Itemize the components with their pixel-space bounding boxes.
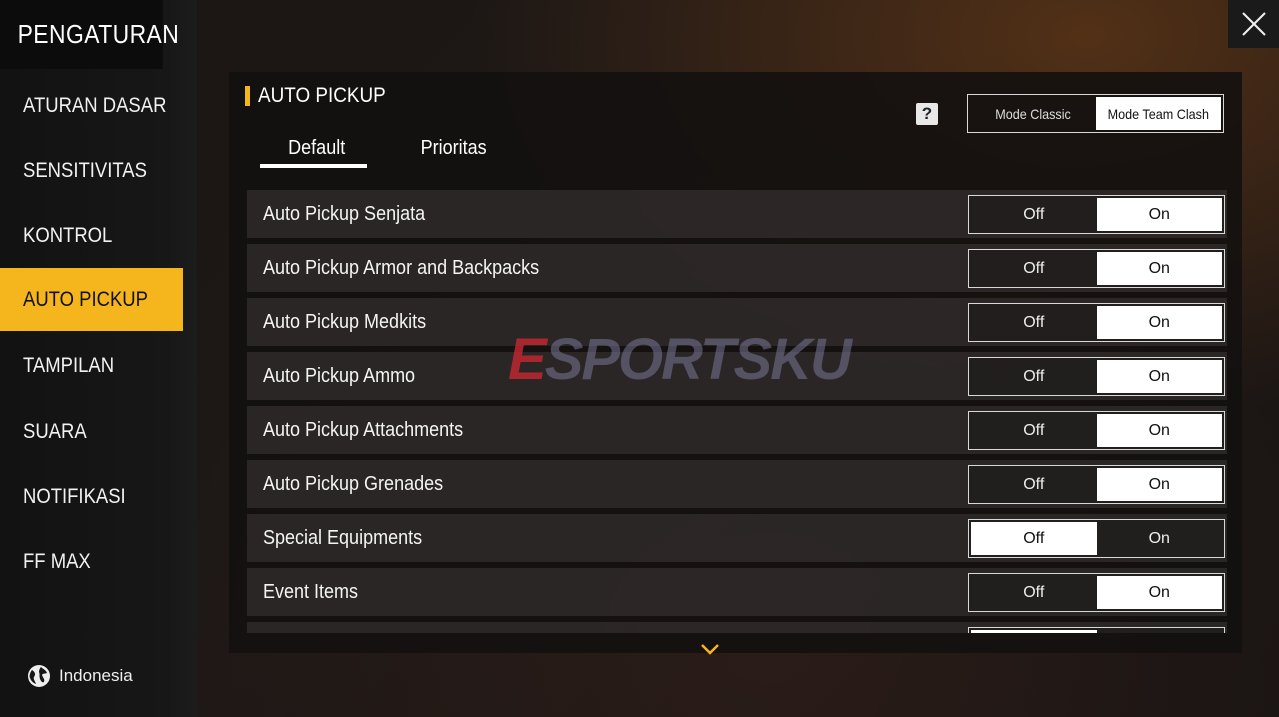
setting-row: Auto Pickup Armor and Backpacks Off On	[247, 244, 1227, 292]
setting-label: Auto Pickup Armor and Backpacks	[263, 256, 540, 279]
close-icon	[1241, 12, 1266, 36]
settings-title: PENGATURAN	[0, 0, 179, 69]
toggle-on-option[interactable]: On	[1096, 414, 1222, 447]
on-off-toggle: Off On	[968, 303, 1225, 342]
setting-row: Auto Pickup Attachments Off On	[247, 406, 1227, 454]
toggle-off-option[interactable]: Off	[971, 198, 1097, 231]
settings-sidebar: PENGATURAN ATURAN DASAR SENSITIVITAS KON…	[0, 0, 197, 717]
toggle-off-option[interactable]: Off	[971, 468, 1097, 501]
globe-icon	[28, 665, 50, 687]
active-tab-indicator	[260, 164, 367, 168]
toggle-on-option[interactable]: On	[1096, 306, 1222, 339]
setting-label: Auto Pickup Medkits	[263, 310, 427, 333]
setting-row	[247, 622, 1227, 633]
language-label: Indonesia	[59, 666, 133, 685]
setting-label: Auto Pickup Grenades	[263, 472, 444, 495]
settings-list[interactable]: Auto Pickup Senjata Off On Auto Pickup A…	[247, 190, 1227, 633]
close-button[interactable]	[1228, 0, 1279, 48]
mode-team-clash-option[interactable]: Mode Team Clash	[1095, 97, 1221, 130]
setting-label: Auto Pickup Attachments	[263, 418, 464, 441]
sidebar-item-notifikasi[interactable]: NOTIFIKASI	[0, 465, 183, 528]
sidebar-item-auto-pickup[interactable]: AUTO PICKUP	[0, 268, 183, 331]
on-off-toggle	[968, 627, 1225, 633]
mode-switch: Mode Classic Mode Team Clash	[967, 94, 1224, 133]
on-off-toggle: Off On	[968, 465, 1225, 504]
toggle-off-option[interactable]	[971, 630, 1097, 633]
toggle-on-option[interactable]: On	[1097, 522, 1223, 555]
setting-label: Special Equipments	[263, 526, 423, 549]
on-off-toggle: Off On	[968, 519, 1225, 558]
toggle-off-option[interactable]: Off	[971, 306, 1097, 339]
toggle-off-option[interactable]: Off	[971, 522, 1097, 555]
on-off-toggle: Off On	[968, 573, 1225, 612]
setting-row: Auto Pickup Grenades Off On	[247, 460, 1227, 508]
sidebar-item-suara[interactable]: SUARA	[0, 400, 183, 463]
section-title: AUTO PICKUP	[258, 84, 386, 107]
chevron-down-icon	[701, 644, 719, 655]
help-icon[interactable]: ?	[916, 103, 938, 125]
section-accent-bar	[245, 86, 250, 106]
sidebar-item-pengaturan-dasar[interactable]: ATURAN DASAR	[0, 74, 183, 137]
setting-label: Auto Pickup Senjata	[263, 202, 426, 225]
toggle-on-option[interactable]: On	[1096, 468, 1222, 501]
on-off-toggle: Off On	[968, 195, 1225, 234]
sidebar-item-kontrol[interactable]: KONTROL	[0, 204, 183, 267]
toggle-on-option[interactable]: On	[1096, 252, 1222, 285]
tab-prioritas[interactable]: Prioritas	[417, 137, 490, 160]
setting-label: Event Items	[263, 580, 359, 603]
toggle-on-option[interactable]: On	[1096, 360, 1222, 393]
on-off-toggle: Off On	[968, 357, 1225, 396]
sidebar-item-sensitivitas[interactable]: SENSITIVITAS	[0, 139, 183, 202]
setting-label: Auto Pickup Ammo	[263, 364, 416, 387]
toggle-off-option[interactable]: Off	[971, 252, 1097, 285]
toggle-off-option[interactable]: Off	[971, 360, 1097, 393]
mode-classic-option[interactable]: Mode Classic	[970, 97, 1096, 130]
tab-default[interactable]: Default	[285, 137, 348, 160]
sidebar-item-tampilan[interactable]: TAMPILAN	[0, 334, 183, 397]
setting-row: Special Equipments Off On	[247, 514, 1227, 562]
setting-row: Event Items Off On	[247, 568, 1227, 616]
language-selector[interactable]: Indonesia	[27, 664, 133, 688]
scroll-down-button[interactable]	[700, 642, 720, 660]
setting-row: Auto Pickup Ammo Off On	[247, 352, 1227, 400]
toggle-on-option[interactable]: On	[1096, 198, 1222, 231]
toggle-on-option[interactable]	[1097, 630, 1223, 633]
setting-row: Auto Pickup Senjata Off On	[247, 190, 1227, 238]
toggle-on-option[interactable]: On	[1096, 576, 1222, 609]
toggle-off-option[interactable]: Off	[971, 414, 1097, 447]
toggle-off-option[interactable]: Off	[971, 576, 1097, 609]
on-off-toggle: Off On	[968, 411, 1225, 450]
on-off-toggle: Off On	[968, 249, 1225, 288]
setting-row: Auto Pickup Medkits Off On	[247, 298, 1227, 346]
sidebar-item-ff-max[interactable]: FF MAX	[0, 530, 183, 593]
